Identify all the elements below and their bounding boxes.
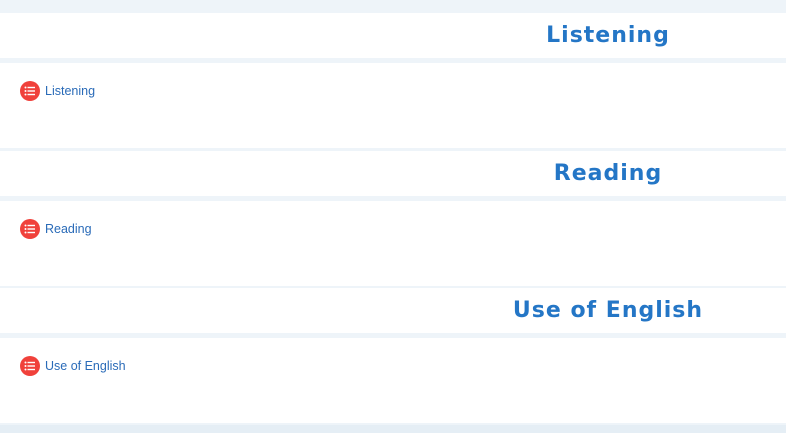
section-header-listening: Listening <box>0 13 786 58</box>
list-icon <box>20 356 40 376</box>
section-body-listening: Listening <box>0 63 786 148</box>
activity-link-reading[interactable]: Reading <box>20 218 92 240</box>
activity-label: Reading <box>45 222 92 236</box>
section-header-use-of-english: Use of English <box>0 288 786 333</box>
list-icon <box>20 81 40 101</box>
activity-label: Use of English <box>45 359 126 373</box>
activity-label: Listening <box>45 84 96 98</box>
list-icon <box>20 219 40 239</box>
section-title: Listening <box>546 23 670 48</box>
bottom-divider <box>0 425 786 433</box>
section-header-reading: Reading <box>0 151 786 196</box>
activity-link-listening[interactable]: Listening <box>20 80 95 102</box>
section-body-reading: Reading <box>0 201 786 286</box>
section-body-use-of-english: Use of English <box>0 338 786 423</box>
course-page: Listening Listening Reading Reading Use … <box>0 0 786 433</box>
section-title: Use of English <box>512 298 704 323</box>
section-title: Reading <box>553 161 663 186</box>
activity-link-use-of-english[interactable]: Use of English <box>20 355 126 377</box>
